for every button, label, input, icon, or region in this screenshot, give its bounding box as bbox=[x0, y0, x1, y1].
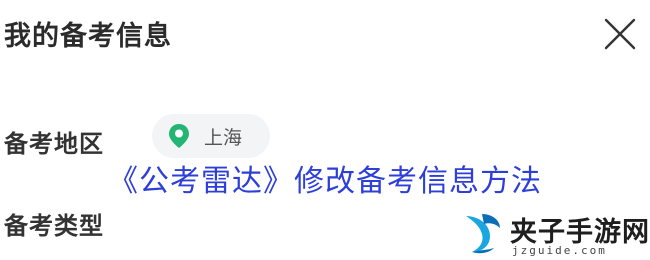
close-icon bbox=[604, 18, 636, 50]
page-title: 我的备考信息 bbox=[4, 21, 172, 52]
watermark-logo-icon bbox=[466, 214, 500, 254]
watermark-url: jzguide.com bbox=[512, 244, 607, 257]
region-chip[interactable]: 上海 bbox=[152, 114, 270, 158]
article-title: 《公考雷达》修改备考信息方法 bbox=[108, 164, 542, 199]
location-pin-icon bbox=[169, 124, 189, 148]
close-button[interactable] bbox=[600, 14, 640, 54]
region-value: 上海 bbox=[204, 126, 243, 149]
type-label: 备考类型 bbox=[4, 212, 104, 240]
watermark: 夹子手游网 jzguide.com bbox=[460, 206, 650, 260]
region-label: 备考地区 bbox=[4, 130, 104, 158]
